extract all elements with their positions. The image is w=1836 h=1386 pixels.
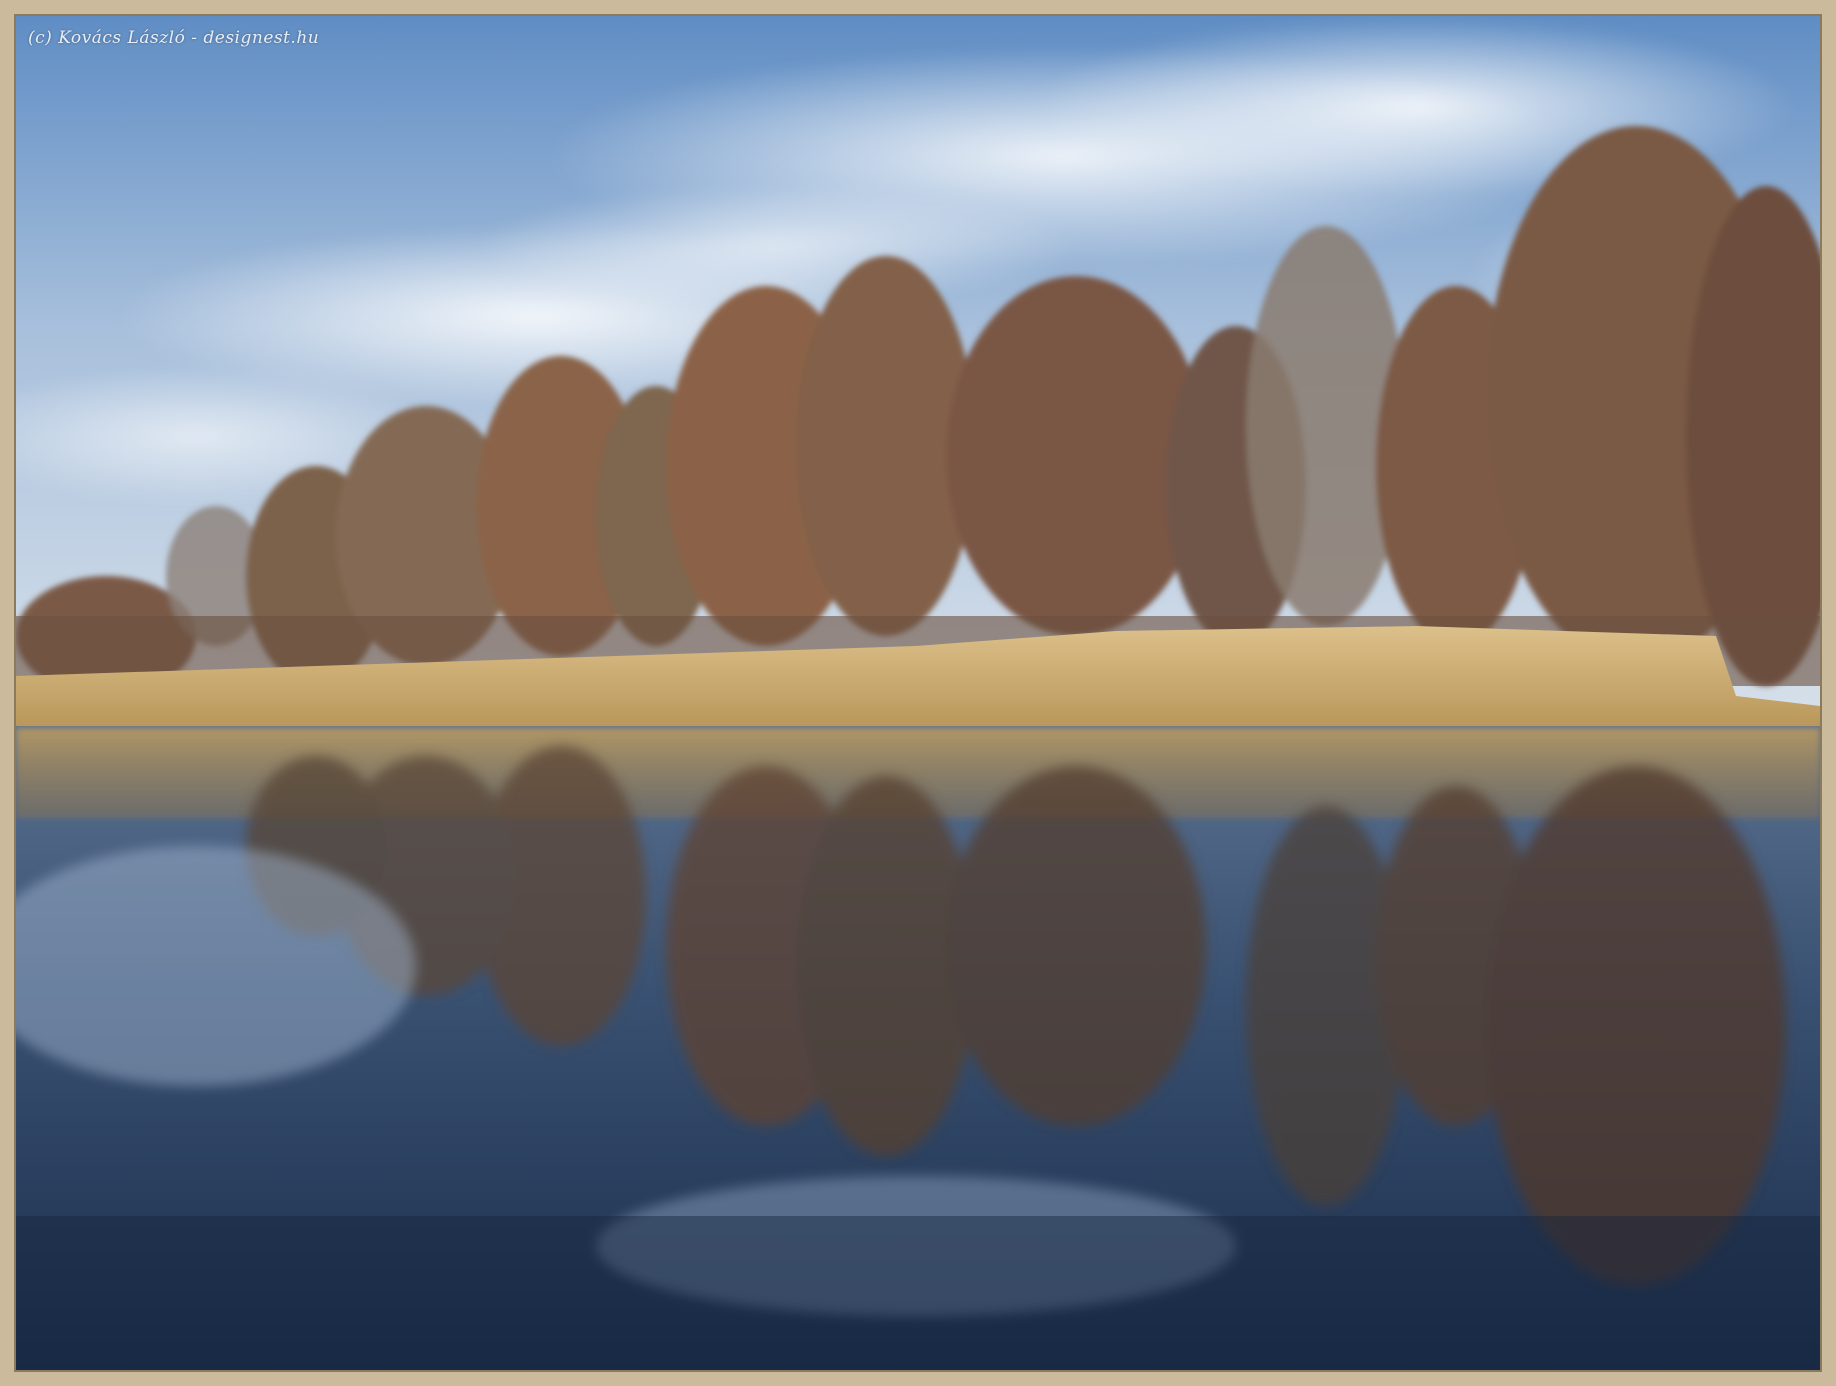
landscape-image: [16, 16, 1820, 1370]
watermark-text: (c) Kovács László - designest.hu: [28, 28, 320, 48]
photo-frame: (c) Kovács László - designest.hu: [0, 0, 1836, 1386]
water-shadow: [16, 1216, 1820, 1370]
landscape-photo: [14, 14, 1822, 1372]
